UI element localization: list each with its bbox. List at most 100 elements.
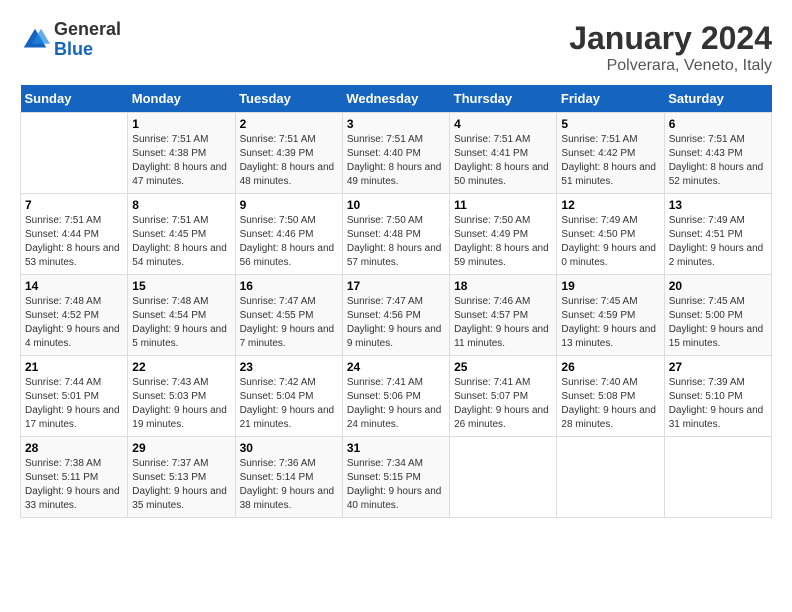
sunrise-label: Sunrise: 7:39 AM xyxy=(669,377,745,388)
sunrise-label: Sunrise: 7:51 AM xyxy=(25,215,101,226)
logo: General Blue xyxy=(20,20,121,60)
sunset-label: Sunset: 5:10 PM xyxy=(669,391,743,402)
calendar-cell: 3 Sunrise: 7:51 AM Sunset: 4:40 PM Dayli… xyxy=(342,113,449,194)
calendar-cell: 25 Sunrise: 7:41 AM Sunset: 5:07 PM Dayl… xyxy=(450,356,557,437)
sunrise-label: Sunrise: 7:50 AM xyxy=(454,215,530,226)
calendar-cell: 20 Sunrise: 7:45 AM Sunset: 5:00 PM Dayl… xyxy=(664,275,771,356)
day-info: Sunrise: 7:43 AM Sunset: 5:03 PM Dayligh… xyxy=(132,376,230,432)
day-number: 29 xyxy=(132,441,230,455)
sunrise-label: Sunrise: 7:49 AM xyxy=(561,215,637,226)
daylight-label: Daylight: 8 hours and 54 minutes. xyxy=(132,243,227,268)
day-number: 26 xyxy=(561,360,659,374)
calendar-week-row: 28 Sunrise: 7:38 AM Sunset: 5:11 PM Dayl… xyxy=(21,437,772,518)
day-info: Sunrise: 7:51 AM Sunset: 4:44 PM Dayligh… xyxy=(25,214,123,270)
calendar-cell: 8 Sunrise: 7:51 AM Sunset: 4:45 PM Dayli… xyxy=(128,194,235,275)
day-number: 10 xyxy=(347,198,445,212)
day-number: 13 xyxy=(669,198,767,212)
page-header: General Blue January 2024 Polverara, Ven… xyxy=(20,20,772,75)
calendar-cell: 10 Sunrise: 7:50 AM Sunset: 4:48 PM Dayl… xyxy=(342,194,449,275)
sunrise-label: Sunrise: 7:51 AM xyxy=(669,134,745,145)
daylight-label: Daylight: 8 hours and 56 minutes. xyxy=(240,243,335,268)
logo-text: General Blue xyxy=(54,20,121,60)
logo-icon xyxy=(20,25,50,55)
daylight-label: Daylight: 9 hours and 4 minutes. xyxy=(25,324,120,349)
daylight-label: Daylight: 9 hours and 15 minutes. xyxy=(669,324,764,349)
calendar-cell: 5 Sunrise: 7:51 AM Sunset: 4:42 PM Dayli… xyxy=(557,113,664,194)
day-number: 9 xyxy=(240,198,338,212)
day-info: Sunrise: 7:51 AM Sunset: 4:42 PM Dayligh… xyxy=(561,133,659,189)
sunrise-label: Sunrise: 7:36 AM xyxy=(240,458,316,469)
sunrise-label: Sunrise: 7:45 AM xyxy=(561,296,637,307)
sunset-label: Sunset: 5:06 PM xyxy=(347,391,421,402)
calendar-cell: 18 Sunrise: 7:46 AM Sunset: 4:57 PM Dayl… xyxy=(450,275,557,356)
calendar-cell: 16 Sunrise: 7:47 AM Sunset: 4:55 PM Dayl… xyxy=(235,275,342,356)
sunrise-label: Sunrise: 7:48 AM xyxy=(25,296,101,307)
calendar-cell: 7 Sunrise: 7:51 AM Sunset: 4:44 PM Dayli… xyxy=(21,194,128,275)
logo-general: General xyxy=(54,20,121,40)
sunrise-label: Sunrise: 7:43 AM xyxy=(132,377,208,388)
page-title: January 2024 xyxy=(569,20,772,57)
day-info: Sunrise: 7:51 AM Sunset: 4:39 PM Dayligh… xyxy=(240,133,338,189)
day-number: 25 xyxy=(454,360,552,374)
sunset-label: Sunset: 5:03 PM xyxy=(132,391,206,402)
daylight-label: Daylight: 9 hours and 33 minutes. xyxy=(25,486,120,511)
calendar-cell xyxy=(450,437,557,518)
sunset-label: Sunset: 5:01 PM xyxy=(25,391,99,402)
calendar-cell: 22 Sunrise: 7:43 AM Sunset: 5:03 PM Dayl… xyxy=(128,356,235,437)
sunset-label: Sunset: 5:04 PM xyxy=(240,391,314,402)
day-info: Sunrise: 7:41 AM Sunset: 5:06 PM Dayligh… xyxy=(347,376,445,432)
day-number: 11 xyxy=(454,198,552,212)
day-number: 17 xyxy=(347,279,445,293)
day-info: Sunrise: 7:39 AM Sunset: 5:10 PM Dayligh… xyxy=(669,376,767,432)
calendar-cell: 23 Sunrise: 7:42 AM Sunset: 5:04 PM Dayl… xyxy=(235,356,342,437)
day-number: 20 xyxy=(669,279,767,293)
sunset-label: Sunset: 4:42 PM xyxy=(561,148,635,159)
calendar-week-row: 7 Sunrise: 7:51 AM Sunset: 4:44 PM Dayli… xyxy=(21,194,772,275)
day-number: 4 xyxy=(454,117,552,131)
day-number: 19 xyxy=(561,279,659,293)
calendar-cell: 13 Sunrise: 7:49 AM Sunset: 4:51 PM Dayl… xyxy=(664,194,771,275)
day-number: 24 xyxy=(347,360,445,374)
day-info: Sunrise: 7:50 AM Sunset: 4:46 PM Dayligh… xyxy=(240,214,338,270)
daylight-label: Daylight: 9 hours and 17 minutes. xyxy=(25,405,120,430)
sunrise-label: Sunrise: 7:51 AM xyxy=(561,134,637,145)
sunset-label: Sunset: 4:51 PM xyxy=(669,229,743,240)
sunrise-label: Sunrise: 7:48 AM xyxy=(132,296,208,307)
sunset-label: Sunset: 4:40 PM xyxy=(347,148,421,159)
daylight-label: Daylight: 8 hours and 51 minutes. xyxy=(561,162,656,187)
sunset-label: Sunset: 4:39 PM xyxy=(240,148,314,159)
day-number: 2 xyxy=(240,117,338,131)
calendar-cell: 26 Sunrise: 7:40 AM Sunset: 5:08 PM Dayl… xyxy=(557,356,664,437)
day-number: 12 xyxy=(561,198,659,212)
daylight-label: Daylight: 9 hours and 40 minutes. xyxy=(347,486,442,511)
calendar-week-row: 21 Sunrise: 7:44 AM Sunset: 5:01 PM Dayl… xyxy=(21,356,772,437)
daylight-label: Daylight: 9 hours and 11 minutes. xyxy=(454,324,549,349)
page-subtitle: Polverara, Veneto, Italy xyxy=(569,57,772,75)
sunset-label: Sunset: 4:38 PM xyxy=(132,148,206,159)
sunset-label: Sunset: 4:54 PM xyxy=(132,310,206,321)
day-info: Sunrise: 7:44 AM Sunset: 5:01 PM Dayligh… xyxy=(25,376,123,432)
day-info: Sunrise: 7:51 AM Sunset: 4:45 PM Dayligh… xyxy=(132,214,230,270)
day-info: Sunrise: 7:51 AM Sunset: 4:43 PM Dayligh… xyxy=(669,133,767,189)
sunset-label: Sunset: 5:00 PM xyxy=(669,310,743,321)
day-number: 27 xyxy=(669,360,767,374)
daylight-label: Daylight: 8 hours and 59 minutes. xyxy=(454,243,549,268)
day-number: 6 xyxy=(669,117,767,131)
sunset-label: Sunset: 4:44 PM xyxy=(25,229,99,240)
day-info: Sunrise: 7:51 AM Sunset: 4:41 PM Dayligh… xyxy=(454,133,552,189)
sunrise-label: Sunrise: 7:45 AM xyxy=(669,296,745,307)
daylight-label: Daylight: 9 hours and 13 minutes. xyxy=(561,324,656,349)
sunrise-label: Sunrise: 7:51 AM xyxy=(132,134,208,145)
daylight-label: Daylight: 9 hours and 24 minutes. xyxy=(347,405,442,430)
header-monday: Monday xyxy=(128,85,235,113)
sunset-label: Sunset: 4:43 PM xyxy=(669,148,743,159)
calendar-cell: 19 Sunrise: 7:45 AM Sunset: 4:59 PM Dayl… xyxy=(557,275,664,356)
sunrise-label: Sunrise: 7:50 AM xyxy=(240,215,316,226)
calendar-header-row: SundayMondayTuesdayWednesdayThursdayFrid… xyxy=(21,85,772,113)
day-info: Sunrise: 7:51 AM Sunset: 4:38 PM Dayligh… xyxy=(132,133,230,189)
day-number: 1 xyxy=(132,117,230,131)
day-info: Sunrise: 7:45 AM Sunset: 4:59 PM Dayligh… xyxy=(561,295,659,351)
header-friday: Friday xyxy=(557,85,664,113)
calendar-cell: 24 Sunrise: 7:41 AM Sunset: 5:06 PM Dayl… xyxy=(342,356,449,437)
day-number: 3 xyxy=(347,117,445,131)
